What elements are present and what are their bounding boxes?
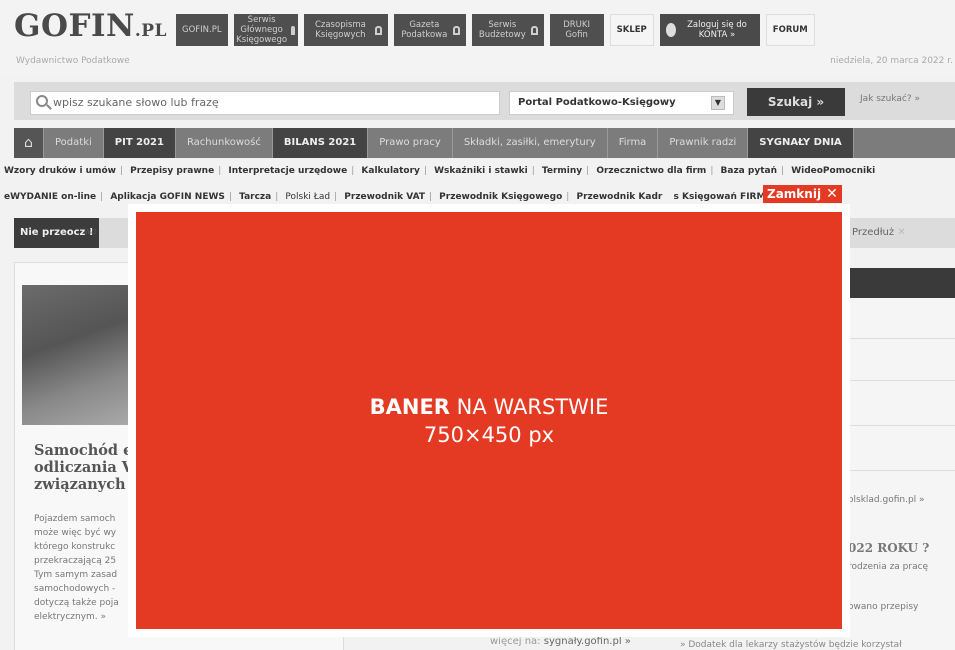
lock-icon xyxy=(375,25,382,35)
link-wzory-drukow[interactable]: Wzory druków i umów xyxy=(0,166,120,176)
nav-serwis-glownego-ksiegowego[interactable]: Serwis Głównego Księgowego xyxy=(233,14,298,46)
login-button[interactable]: Zaloguj się do KONTA » xyxy=(659,14,760,46)
right-line-2[interactable]: owano przepisy xyxy=(848,602,918,612)
right-heading: 022 ROKU ? xyxy=(848,541,930,555)
nav-podatki[interactable]: Podatki xyxy=(44,128,104,158)
close-icon[interactable]: ✕ xyxy=(897,227,905,238)
link-przepisy-prawne[interactable]: Przepisy prawne xyxy=(126,166,218,176)
nav-sklep[interactable]: SKLEP xyxy=(609,14,654,46)
link-aplikacja[interactable]: Aplikacja GOFIN NEWS xyxy=(106,192,229,202)
divider xyxy=(845,470,955,471)
link-polski-lad[interactable]: Polski Ład xyxy=(281,192,334,202)
search-input[interactable]: wpisz szukane słowo lub frazę xyxy=(30,91,500,115)
nav-skladki[interactable]: Składki, zasiłki, emerytury xyxy=(453,128,608,158)
article-image[interactable] xyxy=(22,285,132,425)
link-przewodnik-kadr[interactable]: Przewodnik Kadr xyxy=(572,192,666,202)
link-ewydanie[interactable]: eWYDANIE on-line xyxy=(0,192,100,202)
close-banner-button[interactable]: Zamknij ✕ xyxy=(763,185,842,203)
right-panel-header xyxy=(845,268,955,298)
link-wskazniki[interactable]: Wskaźniki i stawki xyxy=(430,166,532,176)
link-baza-pytan[interactable]: Baza pytań xyxy=(717,166,781,176)
home-icon[interactable]: ⌂ xyxy=(14,128,44,158)
article-body: Pojazdem samoch może więc być wy którego… xyxy=(34,514,119,622)
nav-gofin[interactable]: GOFIN.PL xyxy=(176,14,228,46)
close-label: Zamknij xyxy=(767,187,822,201)
search-icon xyxy=(36,95,48,107)
tagline: Wydawnictwo Podatkowe xyxy=(16,56,130,66)
nav-forum[interactable]: FORUM xyxy=(765,14,815,46)
search-bar: wpisz szukane słowo lub frazę Portal Pod… xyxy=(14,82,955,120)
nav-serwis-budzetowy[interactable]: Serwis Budżetowy xyxy=(471,14,544,46)
news-item[interactable]: » Dodatek dla lekarzy stażystów będzie k… xyxy=(680,640,902,650)
lock-icon xyxy=(453,25,460,35)
right-panel xyxy=(845,268,955,650)
divider xyxy=(845,380,955,381)
top-navigation: GOFIN.PL Serwis Głównego Księgowego Czas… xyxy=(176,14,815,46)
link-interpretacje[interactable]: Interpretacje urzędowe xyxy=(224,166,351,176)
nav-sygnaly-dnia[interactable]: SYGNAŁY DNIA xyxy=(748,128,854,158)
gofin-logo[interactable]: GOFIN.PL xyxy=(14,8,167,44)
links-row-1: Wzory druków i umów | Przepisy prawne | In… xyxy=(0,166,955,176)
main-navigation: ⌂ Podatki PIT 2021 Rachunkowość BILANS 2… xyxy=(14,128,955,158)
header: GOFIN.PL Wydawnictwo Podatkowe niedziela… xyxy=(0,0,955,74)
nav-firma[interactable]: Firma xyxy=(608,128,659,158)
user-icon xyxy=(665,23,677,37)
link-orzecznictwo[interactable]: Orzecznictwo dla firm xyxy=(592,166,710,176)
link-tarcza[interactable]: Tarcza xyxy=(235,192,275,202)
divider xyxy=(845,425,955,426)
banner-title: BANER NA WARSTWIE xyxy=(369,394,609,419)
right-link[interactable]: olsklad.gofin.pl » xyxy=(848,495,925,505)
right-line-1[interactable]: rodzenia za pracę xyxy=(848,562,928,572)
banner-size: 750×450 px xyxy=(423,422,555,447)
current-date: niedziela, 20 marca 2022 r. xyxy=(830,56,953,66)
lock-icon xyxy=(291,25,296,35)
nav-rachunkowosc[interactable]: Rachunkowość xyxy=(176,128,273,158)
nav-pit-2021[interactable]: PIT 2021 xyxy=(103,128,176,158)
link-przewodnik-vat[interactable]: Przewodnik VAT xyxy=(340,192,429,202)
portal-select[interactable]: Portal Podatkowo-Księgowy ▼ xyxy=(509,91,734,115)
link-wideopomocniki[interactable]: WideoPomocniki xyxy=(787,166,879,176)
nav-bilans-2021[interactable]: BILANS 2021 xyxy=(272,128,369,158)
extend-link[interactable]: Przedłuż ✕ xyxy=(852,227,906,238)
nav-czasopisma-ksiegowych[interactable]: Czasopisma Księgowych xyxy=(303,14,388,46)
search-button[interactable]: Szukaj » xyxy=(747,88,845,116)
overlay-banner[interactable]: BANER NA WARSTWIE 750×450 px xyxy=(136,212,842,629)
link-terminy[interactable]: Terminy xyxy=(538,166,586,176)
nav-gazeta-podatkowa[interactable]: Gazeta Podatkowa xyxy=(393,14,466,46)
article-title[interactable]: Samochód e odliczania V związanych xyxy=(34,442,134,493)
nav-prawo-pracy[interactable]: Prawo pracy xyxy=(368,128,453,158)
alert-text: wo xyxy=(84,227,97,237)
link-przewodnik-ksiegowego[interactable]: Przewodnik Księgowego xyxy=(435,192,566,202)
nav-druki-gofin[interactable]: DRUKI Gofin xyxy=(549,14,604,46)
nav-prawnik-radzi[interactable]: Prawnik radzi xyxy=(658,128,749,158)
link-kalkulatory[interactable]: Kalkulatory xyxy=(357,166,423,176)
close-icon: ✕ xyxy=(826,186,838,202)
link-ksiegowan-firma[interactable]: s Księgowań FIRMA xyxy=(669,192,776,202)
lock-icon xyxy=(531,25,538,35)
search-help-link[interactable]: Jak szukać? » xyxy=(860,94,920,104)
divider xyxy=(845,338,955,339)
more-link[interactable]: więcej na: sygnały.gofin.pl » xyxy=(490,636,631,647)
chevron-down-icon: ▼ xyxy=(711,96,725,110)
